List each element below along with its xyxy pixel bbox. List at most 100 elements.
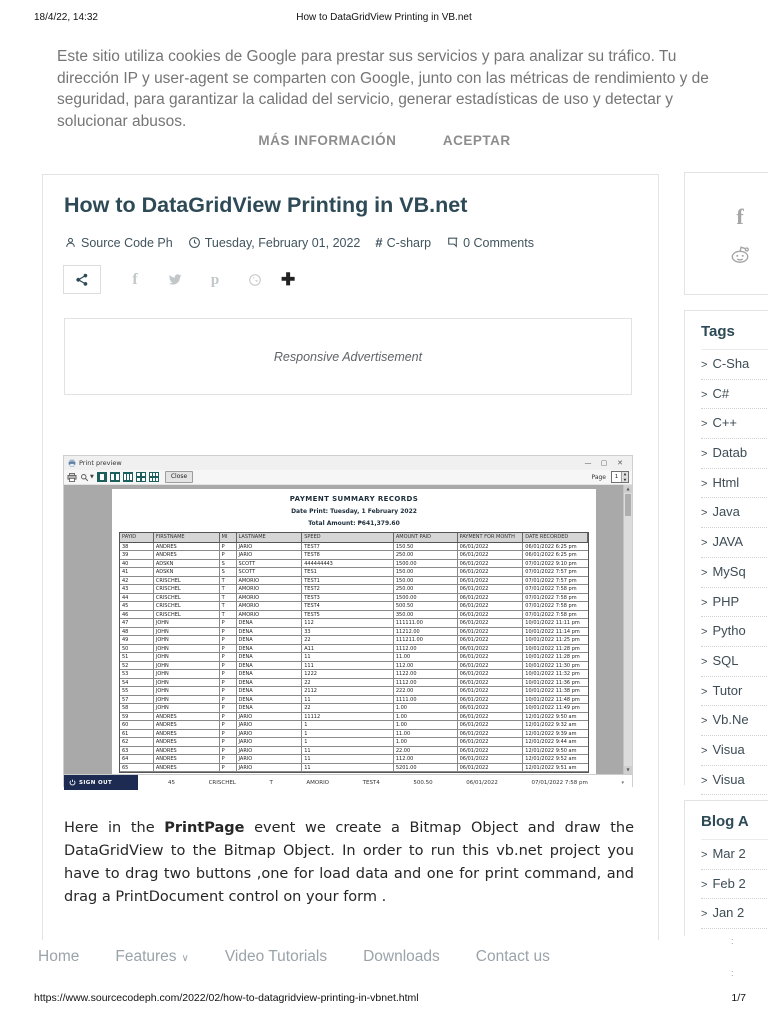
- strip-dropdown-icon[interactable]: ▾: [621, 780, 624, 786]
- tag-link[interactable]: > Datab: [701, 439, 768, 469]
- chevron-right-icon: >: [701, 655, 708, 668]
- tag-item[interactable]: # C-sharp: [375, 235, 431, 250]
- report-header-row: PAYID FIRSTNAME MI LASTNAME SPEED AMOUNT…: [120, 533, 588, 543]
- four-pages-icon[interactable]: [135, 472, 146, 482]
- tag-link[interactable]: > Visua: [701, 736, 768, 766]
- chevron-right-icon: >: [701, 878, 708, 891]
- spin-up-icon[interactable]: ▲: [624, 472, 627, 476]
- whatsapp-share-button[interactable]: [235, 273, 275, 287]
- selected-grid-row: 45 CRISCHEL T AMORIO TEST4 500.50 06/01/…: [138, 775, 632, 790]
- share-button[interactable]: [63, 265, 101, 294]
- tag-link[interactable]: > C++: [701, 409, 768, 440]
- print-page-number: 1/7: [731, 992, 746, 1004]
- footer-nav: Home Features ∨ Video Tutorials Downloads…: [38, 948, 550, 966]
- tag-link[interactable]: > C-Sha: [701, 350, 768, 380]
- column-header: PAYID: [120, 533, 154, 543]
- report-row: 58 JOHN P DENA 22 1.00 06/01/2022 10/01/2022…: [120, 704, 589, 713]
- pinterest-icon: p: [210, 271, 220, 288]
- page-spinner-arrows[interactable]: ▲ ▼: [621, 472, 628, 482]
- one-page-icon[interactable]: [96, 472, 107, 482]
- tag-link[interactable]: > Pytho: [701, 617, 768, 647]
- cookie-more-info-button[interactable]: MÁS INFORMACIÓN: [258, 133, 396, 148]
- report-row: 54 JOHN P DENA 22 1112.00 06/01/2022 10/01/2…: [120, 678, 589, 687]
- spin-down-icon[interactable]: ▼: [624, 478, 627, 482]
- comments-item[interactable]: 0 Comments: [446, 236, 534, 250]
- facebook-page-button[interactable]: f: [736, 204, 743, 230]
- report-row: 57 JOHN P DENA 11 1111.00 06/01/2022 10/01/2…: [120, 695, 589, 704]
- chevron-right-icon: >: [701, 418, 708, 431]
- page-spinner[interactable]: 1 ▲ ▼: [611, 471, 629, 483]
- print-button[interactable]: [67, 472, 77, 482]
- clock-icon: [188, 237, 200, 248]
- three-pages-icon[interactable]: [122, 472, 133, 482]
- tag-link[interactable]: > SQL: [701, 647, 768, 677]
- scroll-down-icon[interactable]: ▼: [624, 766, 632, 774]
- report-row: 60 ANDRES P JARIO 1 1.00 06/01/2022 12/01/20…: [120, 721, 589, 730]
- archive-link[interactable]: > Feb 2: [701, 870, 768, 900]
- chevron-right-icon: >: [701, 537, 708, 550]
- grid-cell: AMORIO: [306, 779, 330, 786]
- six-pages-icon[interactable]: [148, 472, 159, 482]
- nav-features[interactable]: Features ∨: [115, 948, 189, 966]
- column-header: AMOUNT PAID: [393, 533, 458, 543]
- archive-link[interactable]: > Mar 2: [701, 840, 768, 870]
- archive-title: Blog A: [701, 813, 768, 840]
- chevron-right-icon: >: [701, 715, 708, 728]
- report-row: 40 ADSKN S SCOTT 444444443 1500.00 06/01/20…: [120, 559, 589, 568]
- pinterest-share-button[interactable]: p: [195, 271, 235, 289]
- tags-list: > C-Sha > C# > C++ > Datab > Html > Java > JAVA > MySq >…: [701, 350, 768, 796]
- nav-downloads[interactable]: Downloads: [363, 948, 440, 966]
- tag-link[interactable]: > JAVA: [701, 528, 768, 558]
- two-pages-icon[interactable]: [109, 472, 120, 482]
- preview-scrollbar[interactable]: ▲ ▼: [623, 485, 632, 774]
- more-share-button[interactable]: ✚: [281, 270, 295, 290]
- close-window-button[interactable]: ✕: [612, 459, 628, 467]
- tag-link[interactable]: > PHP: [701, 588, 768, 618]
- nav-contact-us[interactable]: Contact us: [476, 948, 550, 966]
- article-meta: Source Code Ph Tuesday, February 01, 202…: [64, 235, 534, 250]
- column-header: LASTNAME: [236, 533, 303, 543]
- close-preview-button[interactable]: Close: [164, 471, 194, 483]
- report-row: 48 JOHN P DENA 33 11212.00 06/01/2022 10/01/…: [120, 627, 589, 636]
- minimize-button[interactable]: —: [580, 459, 596, 467]
- print-preview-window: Print preview — ▢ ✕ ▼ Close Page 1 ▲ ▼ P…: [63, 455, 633, 790]
- cookie-actions: MÁS INFORMACIÓN ACEPTAR: [57, 132, 712, 150]
- window-titlebar[interactable]: Print preview — ▢ ✕: [64, 456, 632, 470]
- tag-link[interactable]: > Visua: [701, 766, 768, 796]
- zoom-button[interactable]: ▼: [80, 473, 94, 482]
- zoom-dropdown-arrow-icon[interactable]: ▼: [90, 474, 94, 480]
- tag-link[interactable]: > MySq: [701, 558, 768, 588]
- report-row: 38 ANDRES P JARIO TEST7 150.50 06/01/2022 06…: [120, 542, 589, 551]
- report-row: 42 CRISCHEL T AMORIO TEST1 150.00 06/01/202…: [120, 576, 589, 585]
- tag-link[interactable]: > Java: [701, 498, 768, 529]
- cookie-accept-button[interactable]: ACEPTAR: [443, 133, 511, 148]
- preview-toolbar: ▼ Close Page 1 ▲ ▼: [64, 470, 632, 485]
- reddit-icon[interactable]: [729, 244, 751, 264]
- twitter-share-button[interactable]: [155, 273, 195, 286]
- author-label: Source Code Ph: [81, 235, 173, 250]
- person-icon: [66, 237, 75, 247]
- tag-link[interactable]: > Html: [701, 469, 768, 499]
- facebook-share-button[interactable]: f: [115, 271, 155, 289]
- chevron-right-icon: >: [701, 685, 708, 698]
- report-row: 41 ADSKN S SCOTT TES1 150.00 06/01/2022 07/0…: [120, 568, 589, 577]
- maximize-button[interactable]: ▢: [596, 459, 612, 467]
- ad-placeholder: Responsive Advertisement: [64, 318, 632, 395]
- scroll-up-icon[interactable]: ▲: [624, 485, 632, 493]
- nav-home[interactable]: Home: [38, 948, 79, 966]
- nav-video-tutorials[interactable]: Video Tutorials: [225, 948, 327, 966]
- page-label: Page: [591, 473, 606, 481]
- comments-label: 0 Comments: [463, 235, 534, 250]
- cookie-notice-text: Este sitio utiliza cookies de Google par…: [57, 48, 709, 130]
- report-row: 46 CRISCHEL T AMORIO TEST5 350.00 06/01/202…: [120, 610, 589, 619]
- author-item[interactable]: Source Code Ph: [64, 236, 173, 250]
- sign-out-button[interactable]: SIGN OUT: [64, 775, 138, 790]
- tag-link[interactable]: > C#: [701, 380, 768, 410]
- print-doc-title: How to DataGridView Printing in VB.net: [296, 12, 472, 23]
- tag-link[interactable]: > Tutor: [701, 677, 768, 707]
- tag-link[interactable]: > Vb.Ne: [701, 706, 768, 736]
- archive-link[interactable]: > Jan 2: [701, 899, 768, 930]
- report-row: 49 JOHN P DENA 22 111211.00 06/01/2022 10/01…: [120, 636, 589, 645]
- report-row: 51 JOHN P DENA 11 11.00 06/01/2022 10/01/202…: [120, 653, 589, 662]
- scrollbar-thumb[interactable]: [625, 494, 631, 516]
